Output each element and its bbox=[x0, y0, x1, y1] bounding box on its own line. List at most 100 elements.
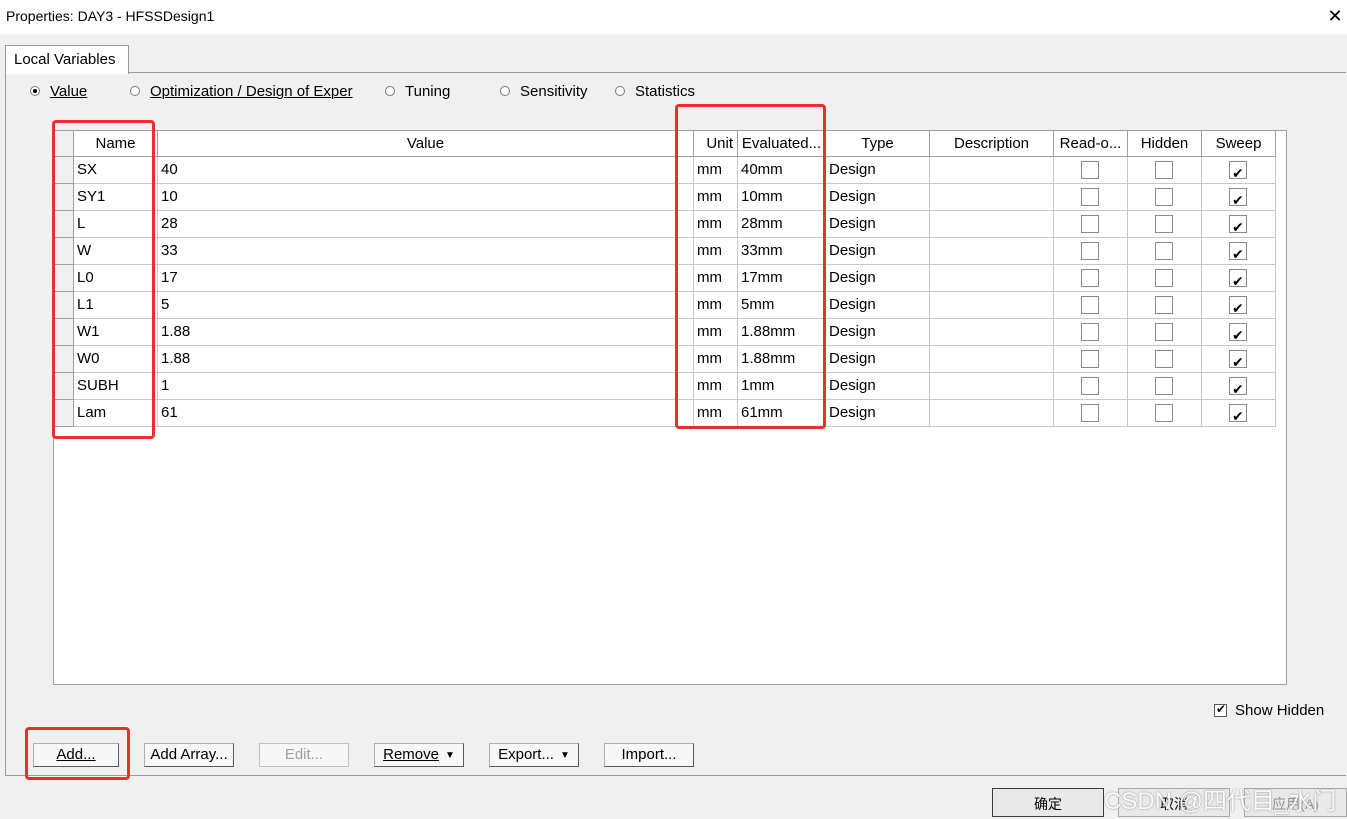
header-type[interactable]: Type bbox=[826, 131, 930, 157]
sweep-checkbox[interactable] bbox=[1229, 187, 1247, 210]
cell-evaluated[interactable]: 40mm bbox=[738, 157, 826, 184]
cell-evaluated[interactable]: 5mm bbox=[738, 292, 826, 319]
row-header[interactable] bbox=[54, 238, 74, 265]
hidden-checkbox[interactable] bbox=[1155, 323, 1173, 341]
row-header[interactable] bbox=[54, 373, 74, 400]
cell-unit[interactable]: mm bbox=[694, 346, 738, 373]
readonly-checkbox[interactable] bbox=[1081, 323, 1099, 341]
table-row[interactable]: W0 1.88 mm 1.88mm Design bbox=[54, 346, 1276, 373]
cell-unit[interactable]: mm bbox=[694, 265, 738, 292]
hidden-checkbox[interactable] bbox=[1155, 296, 1173, 314]
cell-unit[interactable]: mm bbox=[694, 400, 738, 427]
add-array-button[interactable]: Add Array... bbox=[144, 743, 234, 767]
readonly-checkbox[interactable] bbox=[1081, 242, 1099, 260]
cell-description[interactable] bbox=[930, 184, 1054, 211]
hidden-checkbox[interactable] bbox=[1155, 188, 1173, 206]
cell-name[interactable]: SY1 bbox=[74, 184, 158, 211]
header-sweep[interactable]: Sweep bbox=[1202, 131, 1276, 157]
cell-unit[interactable]: mm bbox=[694, 238, 738, 265]
cell-value[interactable]: 33 bbox=[158, 238, 694, 265]
add-button[interactable]: Add... bbox=[33, 743, 119, 767]
remove-button[interactable]: Remove ▼ bbox=[374, 743, 464, 767]
sweep-checkbox[interactable] bbox=[1229, 214, 1247, 237]
cell-name[interactable]: L1 bbox=[74, 292, 158, 319]
header-readonly[interactable]: Read-o... bbox=[1054, 131, 1128, 157]
cell-evaluated[interactable]: 61mm bbox=[738, 400, 826, 427]
table-row[interactable]: SY1 10 mm 10mm Design bbox=[54, 184, 1276, 211]
cell-type[interactable]: Design bbox=[826, 184, 930, 211]
cell-type[interactable]: Design bbox=[826, 157, 930, 184]
readonly-checkbox[interactable] bbox=[1081, 188, 1099, 206]
sweep-checkbox[interactable] bbox=[1229, 241, 1247, 264]
cell-evaluated[interactable]: 1.88mm bbox=[738, 346, 826, 373]
cell-type[interactable]: Design bbox=[826, 319, 930, 346]
row-header[interactable] bbox=[54, 319, 74, 346]
cell-unit[interactable]: mm bbox=[694, 157, 738, 184]
cell-value[interactable]: 1.88 bbox=[158, 346, 694, 373]
table-row[interactable]: W1 1.88 mm 1.88mm Design bbox=[54, 319, 1276, 346]
cell-value[interactable]: 17 bbox=[158, 265, 694, 292]
sweep-checkbox[interactable] bbox=[1229, 403, 1247, 426]
hidden-checkbox[interactable] bbox=[1155, 350, 1173, 368]
sweep-checkbox[interactable] bbox=[1229, 160, 1247, 183]
radio-statistics[interactable]: Statistics bbox=[615, 81, 695, 101]
readonly-checkbox[interactable] bbox=[1081, 269, 1099, 287]
hidden-checkbox[interactable] bbox=[1155, 242, 1173, 260]
cell-evaluated[interactable]: 28mm bbox=[738, 211, 826, 238]
row-header[interactable] bbox=[54, 157, 74, 184]
table-row[interactable]: W 33 mm 33mm Design bbox=[54, 238, 1276, 265]
cell-value[interactable]: 40 bbox=[158, 157, 694, 184]
readonly-checkbox[interactable] bbox=[1081, 161, 1099, 179]
sweep-checkbox[interactable] bbox=[1229, 349, 1247, 372]
import-button[interactable]: Import... bbox=[604, 743, 694, 767]
cell-description[interactable] bbox=[930, 211, 1054, 238]
table-row[interactable]: L 28 mm 28mm Design bbox=[54, 211, 1276, 238]
cell-type[interactable]: Design bbox=[826, 292, 930, 319]
header-description[interactable]: Description bbox=[930, 131, 1054, 157]
row-header[interactable] bbox=[54, 292, 74, 319]
header-name[interactable]: Name bbox=[74, 131, 158, 157]
ok-button[interactable]: 确定 bbox=[992, 788, 1104, 817]
sweep-checkbox[interactable] bbox=[1229, 322, 1247, 345]
hidden-checkbox[interactable] bbox=[1155, 161, 1173, 179]
cell-unit[interactable]: mm bbox=[694, 373, 738, 400]
cell-description[interactable] bbox=[930, 319, 1054, 346]
cell-unit[interactable]: mm bbox=[694, 319, 738, 346]
cell-name[interactable]: W bbox=[74, 238, 158, 265]
cell-type[interactable]: Design bbox=[826, 346, 930, 373]
hidden-checkbox[interactable] bbox=[1155, 215, 1173, 233]
table-row[interactable]: L1 5 mm 5mm Design bbox=[54, 292, 1276, 319]
hidden-checkbox[interactable] bbox=[1155, 269, 1173, 287]
cell-name[interactable]: SUBH bbox=[74, 373, 158, 400]
hidden-checkbox[interactable] bbox=[1155, 377, 1173, 395]
close-icon[interactable]: ✕ bbox=[1324, 3, 1346, 29]
row-header[interactable] bbox=[54, 211, 74, 238]
row-header[interactable] bbox=[54, 400, 74, 427]
readonly-checkbox[interactable] bbox=[1081, 377, 1099, 395]
cell-description[interactable] bbox=[930, 292, 1054, 319]
show-hidden-checkbox[interactable]: Show Hidden bbox=[1214, 702, 1324, 719]
tab-local-variables[interactable]: Local Variables bbox=[5, 45, 129, 74]
cell-value[interactable]: 28 bbox=[158, 211, 694, 238]
header-value[interactable]: Value bbox=[158, 131, 694, 157]
radio-value[interactable]: Value bbox=[30, 81, 87, 101]
cell-description[interactable] bbox=[930, 265, 1054, 292]
cell-name[interactable]: Lam bbox=[74, 400, 158, 427]
cell-type[interactable]: Design bbox=[826, 400, 930, 427]
edit-button[interactable]: Edit... bbox=[259, 743, 349, 767]
cell-evaluated[interactable]: 33mm bbox=[738, 238, 826, 265]
cell-value[interactable]: 1 bbox=[158, 373, 694, 400]
cell-name[interactable]: W0 bbox=[74, 346, 158, 373]
radio-tuning[interactable]: Tuning bbox=[385, 81, 450, 101]
radio-sensitivity[interactable]: Sensitivity bbox=[500, 81, 588, 101]
cell-evaluated[interactable]: 1.88mm bbox=[738, 319, 826, 346]
table-row[interactable]: SX 40 mm 40mm Design bbox=[54, 157, 1276, 184]
cell-unit[interactable]: mm bbox=[694, 184, 738, 211]
row-header[interactable] bbox=[54, 184, 74, 211]
cell-value[interactable]: 10 bbox=[158, 184, 694, 211]
row-header[interactable] bbox=[54, 265, 74, 292]
cell-description[interactable] bbox=[930, 346, 1054, 373]
readonly-checkbox[interactable] bbox=[1081, 404, 1099, 422]
cell-name[interactable]: L0 bbox=[74, 265, 158, 292]
export-button[interactable]: Export... ▼ bbox=[489, 743, 579, 767]
